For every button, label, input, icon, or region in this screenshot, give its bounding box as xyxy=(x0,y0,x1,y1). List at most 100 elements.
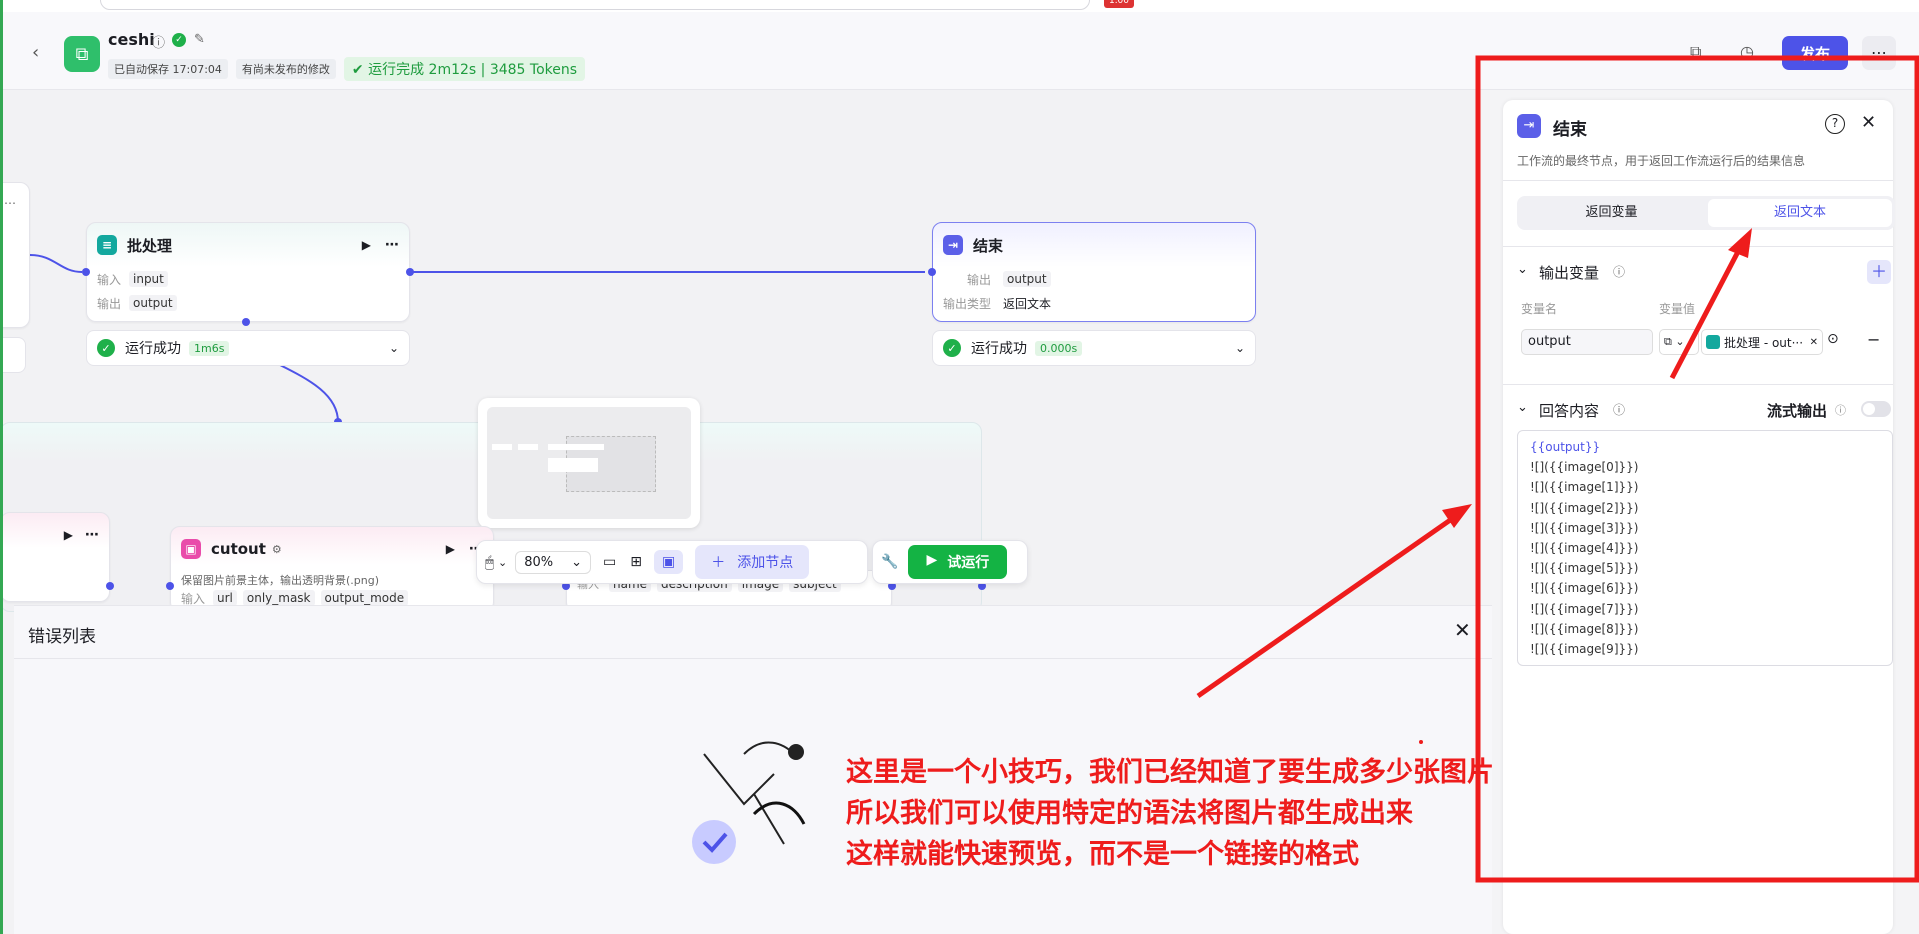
variable-name-input[interactable]: output xyxy=(1521,329,1653,355)
end-output-chip: output xyxy=(1003,271,1051,287)
layout-icon[interactable]: ⊞ xyxy=(630,554,642,570)
tab-return-text[interactable]: 返回文本 xyxy=(1708,199,1892,227)
batch-status[interactable]: ✓ 运行成功 1m6s ⌄ xyxy=(86,330,410,366)
end-status-text: 运行成功 xyxy=(971,341,1027,357)
annotation-line-3: 这样就能快速预览，而不是一个链接的格式 xyxy=(846,839,1359,870)
variable-value-select[interactable]: 批处理 - out··· ✕ xyxy=(1701,329,1823,355)
panel-divider xyxy=(1503,384,1893,385)
add-node-button[interactable]: ＋ 添加节点 xyxy=(695,545,810,579)
tab-return-variable[interactable]: 返回变量 xyxy=(1517,196,1706,230)
stream-output-toggle[interactable] xyxy=(1861,401,1891,417)
chevron-down-icon[interactable]: ⌄ xyxy=(1235,341,1245,355)
end-time: 0.000s xyxy=(1035,340,1083,356)
panel-divider xyxy=(1503,246,1893,247)
zoom-select[interactable]: 80% ⌄ xyxy=(515,550,592,574)
cutout-input-label: 输入 xyxy=(181,591,206,606)
answer-line: {{output}} xyxy=(1530,440,1601,454)
chevron-down-icon[interactable]: ⌄ xyxy=(389,341,399,355)
batch-input-label: 输入 xyxy=(97,272,122,287)
add-variable-button[interactable]: ＋ xyxy=(1867,260,1891,284)
return-mode-tabs: 返回变量 返回文本 xyxy=(1517,196,1895,230)
answer-line: ![]({{image[8]}}) xyxy=(1530,621,1639,636)
answer-line: ![]({{image[4]}}) xyxy=(1530,541,1639,556)
annotation-line-2: 所以我们可以使用特定的语法将图片都生成出来 xyxy=(846,798,1413,829)
success-icon: ✓ xyxy=(943,339,961,357)
run-node-icon[interactable]: ▶ xyxy=(446,542,455,556)
partial-node-more-icon[interactable]: ⋯ xyxy=(4,196,16,210)
batch-time: 1m6s xyxy=(189,340,230,356)
batch-out-port[interactable] xyxy=(406,268,414,276)
pink-out-port[interactable] xyxy=(106,582,114,590)
batch-title: 批处理 xyxy=(127,236,173,255)
batch-bottom-port[interactable] xyxy=(242,318,250,326)
batch-node[interactable]: ≡ 批处理 ▶ ⋯ 输入 input 输出 output xyxy=(86,222,410,322)
answer-section-title: 回答内容 xyxy=(1539,402,1600,420)
edge-to-batch xyxy=(29,254,83,273)
end-output-label: 输出 xyxy=(967,272,992,287)
run-node-icon[interactable]: ▶ xyxy=(64,528,73,542)
end-panel-icon: ⇥ xyxy=(1517,114,1541,138)
comment-icon[interactable]: ▭ xyxy=(603,554,616,570)
run-node-icon[interactable]: ▶ xyxy=(362,238,371,252)
end-in-port[interactable] xyxy=(928,268,936,276)
batch-input-chip: input xyxy=(129,271,168,287)
wrench-icon[interactable]: 🔧 xyxy=(881,554,898,570)
batch-icon xyxy=(1706,335,1720,349)
chevron-down-icon[interactable]: ⌄ xyxy=(1517,262,1528,277)
end-type-label: 输出类型 xyxy=(943,296,992,311)
partial-node-status[interactable] xyxy=(0,337,26,373)
cutout-node[interactable]: ▣cutout⚙ ▶⋯ 保留图片前景主体，输出透明背景(.png) 输入 url… xyxy=(170,526,494,612)
info-icon[interactable]: ⓘ xyxy=(1613,401,1625,418)
reference-settings-icon[interactable]: ⊙ xyxy=(1827,331,1839,347)
remove-variable-icon[interactable]: − xyxy=(1867,330,1880,349)
help-icon[interactable]: ? xyxy=(1825,114,1845,134)
batch-output-chip: output xyxy=(129,295,177,311)
minimap-toggle-icon[interactable]: ▣ xyxy=(654,550,684,574)
info-icon[interactable]: ⓘ xyxy=(1613,263,1625,280)
answer-content-editor[interactable]: {{output}} ![]({{image[0]}}) ![]({{image… xyxy=(1517,430,1893,666)
close-icon[interactable]: ✕ xyxy=(1454,618,1471,642)
partial-node-pink[interactable]: ▶ ⋯ xyxy=(0,512,110,602)
success-icon: ✓ xyxy=(97,339,115,357)
batch-output-label: 输出 xyxy=(97,296,122,311)
panel-divider xyxy=(1503,180,1893,181)
history-icon[interactable]: ◷ xyxy=(1740,42,1754,61)
add-node-label: 添加节点 xyxy=(737,555,794,571)
end-title: 结束 xyxy=(973,236,1004,255)
test-run-button[interactable]: ▶ 试运行 xyxy=(908,545,1008,579)
plugin-icon: ⚙ xyxy=(271,542,282,556)
answer-line: ![]({{image[7]}}) xyxy=(1530,601,1639,616)
info-icon[interactable]: ⓘ xyxy=(1835,402,1846,418)
minimap[interactable] xyxy=(478,398,700,528)
mouse-mode-icon[interactable]: 🖱 xyxy=(485,553,494,571)
node-more-icon[interactable]: ⋯ xyxy=(85,527,99,543)
answer-line: ![]({{image[3]}}) xyxy=(1530,520,1639,535)
copy-icon[interactable]: ⧉ xyxy=(1690,42,1701,62)
batch-in-port[interactable] xyxy=(82,268,90,276)
end-node[interactable]: ⇥ 结束 输出 output 输出类型 返回文本 xyxy=(932,222,1256,322)
panel-title: 结束 xyxy=(1553,120,1587,140)
node-more-icon[interactable]: ⋯ xyxy=(385,237,399,253)
answer-line: ![]({{image[6]}}) xyxy=(1530,581,1639,596)
cutout-title: cutout xyxy=(211,540,266,558)
edge-batch-down xyxy=(279,364,339,423)
clear-icon[interactable]: ✕ xyxy=(1810,337,1818,348)
more-menu-button[interactable]: ⋯ xyxy=(1862,36,1896,70)
annotation-text: 这里是一个小技巧，我们已经知道了要生成多少张图片 所以我们可以使用特定的语法将图… xyxy=(846,752,1566,875)
col-value-header: 变量值 xyxy=(1659,302,1696,316)
variable-type-select[interactable]: ⧉ ⌄ xyxy=(1659,329,1699,355)
chevron-down-icon[interactable]: ⌄ xyxy=(498,556,507,569)
error-panel-title: 错误列表 xyxy=(28,627,96,647)
publish-button[interactable]: 发布 xyxy=(1782,36,1848,70)
cutout-in-port[interactable] xyxy=(166,582,174,590)
batch-status-text: 运行成功 xyxy=(125,341,181,357)
close-icon[interactable]: ✕ xyxy=(1861,112,1876,133)
window-edge xyxy=(0,0,3,934)
answer-line: ![]({{image[2]}}) xyxy=(1530,500,1639,515)
play-icon: ▶ xyxy=(926,552,938,568)
end-status[interactable]: ✓ 运行成功 0.000s ⌄ xyxy=(932,330,1256,366)
panel-subtitle: 工作流的最终节点，用于返回工作流运行后的结果信息 xyxy=(1517,154,1806,168)
answer-line: ![]({{image[0]}}) xyxy=(1530,460,1639,475)
chevron-down-icon[interactable]: ⌄ xyxy=(1517,400,1528,415)
cutout-desc: 保留图片前景主体，输出透明背景(.png) xyxy=(181,574,380,587)
